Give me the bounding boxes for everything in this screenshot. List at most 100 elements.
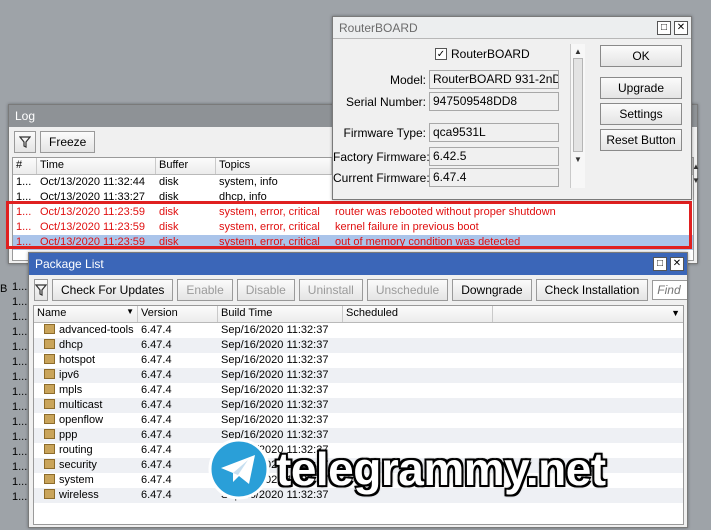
package-cell-build-time: Sep/16/2020 11:32:37	[221, 384, 329, 396]
maximize-button[interactable]: □	[657, 20, 671, 35]
factory-firmware-value[interactable]: 6.42.5	[429, 147, 559, 166]
close-button[interactable]: ✕	[670, 257, 684, 271]
log-col-topics[interactable]: Topics	[216, 158, 332, 174]
package-row[interactable]: advanced-tools 6.47.4 Sep/16/2020 11:32:37	[34, 323, 683, 338]
package-cell-build-time: Sep/16/2020 11:32:37	[221, 399, 329, 411]
background-row-number: 1...	[12, 281, 28, 293]
log-cell-topics: dhcp, info	[219, 191, 267, 203]
background-row-number: 1...	[12, 446, 28, 458]
maximize-button[interactable]: □	[653, 257, 667, 271]
background-row-number: 1...	[12, 341, 28, 353]
filter-button[interactable]	[34, 279, 48, 301]
downgrade-button[interactable]: Downgrade	[452, 279, 532, 301]
disable-button[interactable]: Disable	[236, 279, 295, 301]
close-button[interactable]: ✕	[674, 20, 688, 35]
package-cell-name: routing	[34, 443, 138, 458]
package-row[interactable]: openflow 6.47.4 Sep/16/2020 11:32:37	[34, 413, 683, 428]
serial-value[interactable]: 947509548DD8	[429, 92, 559, 111]
package-col-name-label: Name	[37, 307, 67, 319]
log-row-error[interactable]: 1... Oct/13/2020 11:23:59 disk system, e…	[13, 220, 693, 235]
package-cell-name: ipv6	[34, 368, 138, 383]
settings-button[interactable]: Settings	[600, 103, 682, 125]
log-cell-buffer: disk	[159, 191, 179, 203]
package-col-extra[interactable]: ▼	[493, 306, 683, 322]
package-cell-scheduled	[343, 338, 493, 353]
log-row-error-selected[interactable]: 1... Oct/13/2020 11:23:59 disk system, e…	[13, 235, 693, 250]
close-icon: ✕	[672, 258, 682, 269]
package-name: mpls	[59, 384, 83, 396]
package-cell-build-time: Sep/16/2020 11:32:37	[221, 369, 329, 381]
check-for-updates-button[interactable]: Check For Updates	[52, 279, 174, 301]
routerboard-titlebar[interactable]: RouterBOARD □ ✕	[333, 17, 691, 39]
package-cell-version: 6.47.4	[141, 354, 172, 366]
ok-button[interactable]: OK	[600, 45, 682, 67]
package-cell-name: security	[34, 458, 138, 473]
background-window-fragment: B	[0, 283, 8, 297]
package-row[interactable]: multicast 6.47.4 Sep/16/2020 11:32:37	[34, 398, 683, 413]
log-cell-message: router was rebooted without proper shutd…	[335, 206, 556, 218]
scroll-up-arrow-icon[interactable]: ▲	[571, 44, 585, 58]
routerboard-checkbox[interactable]: ✓	[435, 48, 447, 60]
firmware-type-value[interactable]: qca9531L	[429, 123, 559, 142]
log-cell-topics: system, error, critical	[219, 206, 320, 218]
package-row[interactable]: dhcp 6.47.4 Sep/16/2020 11:32:37	[34, 338, 683, 353]
package-list-titlebar[interactable]: Package List □ ✕	[29, 253, 687, 275]
package-cell-build-time: Sep/16/2020 11:32:37	[221, 339, 329, 351]
background-row-number: 1...	[12, 311, 28, 323]
package-name: openflow	[59, 414, 104, 426]
log-cell-topics: system, error, critical	[219, 236, 320, 248]
package-cell-build-time: Sep/16/2020 11:32:37	[221, 414, 329, 426]
log-cell-time: Oct/13/2020 11:33:27	[40, 191, 145, 203]
routerboard-checkbox-row[interactable]: ✓ RouterBOARD	[435, 47, 530, 61]
package-row[interactable]: hotspot 6.47.4 Sep/16/2020 11:32:37	[34, 353, 683, 368]
sort-down-icon: ▼	[126, 307, 134, 316]
bg-scroll-up-icon[interactable]: ▲	[692, 160, 702, 174]
package-icon	[44, 489, 55, 499]
check-installation-button[interactable]: Check Installation	[535, 279, 649, 301]
reset-button[interactable]: Reset Button	[600, 129, 682, 151]
find-input[interactable]	[652, 280, 687, 300]
package-col-scheduled[interactable]: Scheduled	[343, 306, 493, 322]
package-row[interactable]: mpls 6.47.4 Sep/16/2020 11:32:37	[34, 383, 683, 398]
log-col-time[interactable]: Time	[37, 158, 156, 174]
unschedule-button[interactable]: Unschedule	[366, 279, 449, 301]
freeze-button[interactable]: Freeze	[40, 131, 96, 153]
package-icon	[44, 399, 55, 409]
column-menu-icon[interactable]: ▼	[671, 308, 680, 318]
enable-button[interactable]: Enable	[177, 279, 233, 301]
routerboard-checkbox-label: RouterBOARD	[451, 47, 530, 61]
scroll-down-arrow-icon[interactable]: ▼	[571, 152, 585, 166]
package-cell-version: 6.47.4	[141, 369, 172, 381]
package-icon	[44, 444, 55, 454]
package-name: dhcp	[59, 339, 83, 351]
uninstall-button[interactable]: Uninstall	[298, 279, 363, 301]
model-value[interactable]: RouterBOARD 931-2nD r2	[429, 70, 559, 89]
bg-scroll-down-icon[interactable]: ▼	[692, 174, 702, 188]
package-col-build-time[interactable]: Build Time	[218, 306, 343, 322]
package-row[interactable]: ipv6 6.47.4 Sep/16/2020 11:32:37	[34, 368, 683, 383]
package-name: system	[59, 474, 94, 486]
background-row-numbers: 1... 1... 1... 1... 1... 1... 1... 1... 1... 1...…	[12, 280, 28, 530]
log-col-number[interactable]: #	[13, 158, 37, 174]
log-cell-message: out of memory condition was detected	[335, 236, 521, 248]
log-cell-number: 1...	[16, 191, 32, 203]
routerboard-scrollbar[interactable]: ▲ ▼	[570, 44, 585, 188]
filter-button[interactable]	[14, 131, 36, 153]
package-cell-name: mpls	[34, 383, 138, 398]
serial-label: Serial Number:	[345, 94, 426, 109]
log-cell-time: Oct/13/2020 11:23:59	[40, 221, 145, 233]
package-name: ppp	[59, 429, 78, 441]
package-icon	[44, 384, 55, 394]
scrollbar-thumb[interactable]	[573, 58, 583, 152]
log-col-buffer[interactable]: Buffer	[156, 158, 216, 174]
package-name: advanced-tools	[59, 324, 134, 336]
log-row-error[interactable]: 1... Oct/13/2020 11:23:59 disk system, e…	[13, 205, 693, 220]
current-firmware-value[interactable]: 6.47.4	[429, 168, 559, 187]
package-col-name[interactable]: Name ▼	[34, 306, 138, 322]
package-cell-version: 6.47.4	[141, 339, 172, 351]
factory-firmware-field-row: Factory Firmware: 6.42.5	[333, 147, 559, 166]
package-col-version[interactable]: Version	[138, 306, 218, 322]
log-cell-message: kernel failure in previous boot	[335, 221, 479, 233]
factory-firmware-label: Factory Firmware:	[333, 149, 430, 164]
upgrade-button[interactable]: Upgrade	[600, 77, 682, 99]
